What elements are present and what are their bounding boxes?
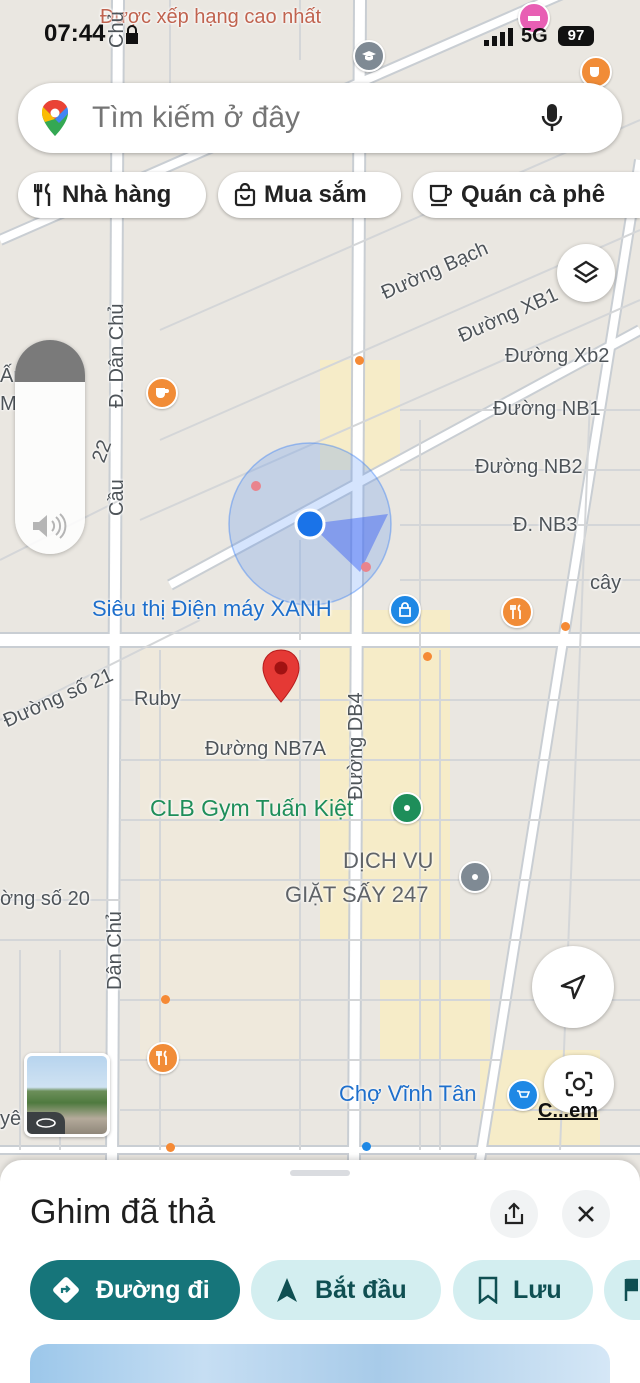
- signal-icon: [484, 28, 513, 46]
- map-dot: [362, 1142, 371, 1151]
- road-label-cay: cây: [590, 572, 622, 594]
- bookmark-icon: [478, 1276, 498, 1304]
- navigation-arrow-icon: [277, 1278, 297, 1302]
- road-label-nb2: Đường NB2: [475, 456, 583, 478]
- camera-lens-icon: [565, 1071, 593, 1097]
- chip-restaurants-label: Nhà hàng: [62, 181, 172, 208]
- directions-button[interactable]: Đường đi: [30, 1260, 240, 1320]
- poi-label-gym[interactable]: CLB Gym Tuấn Kiệt: [150, 795, 353, 822]
- chip-restaurants[interactable]: Nhà hàng: [18, 172, 206, 218]
- map-dot: [423, 652, 432, 661]
- search-input[interactable]: [90, 100, 534, 136]
- status-time: 07:44: [44, 20, 106, 47]
- road-label-nb1: Đường NB1: [493, 398, 601, 420]
- start-button[interactable]: Bắt đầu: [251, 1260, 441, 1320]
- laundry-poi-icon[interactable]: [459, 861, 491, 893]
- map-dot: [161, 995, 170, 1004]
- my-location-button[interactable]: [532, 946, 614, 1028]
- share-icon: [504, 1202, 524, 1225]
- map-dot: [561, 622, 570, 631]
- street-view-rotate-icon: [36, 1118, 56, 1128]
- street-view-badge: [27, 1112, 65, 1134]
- chip-cafes[interactable]: Quán cà phê: [413, 172, 640, 218]
- market-poi-icon[interactable]: [507, 1079, 539, 1111]
- road-label-nb3: Đ. NB3: [513, 514, 578, 536]
- chip-shopping-label: Mua sắm: [264, 181, 367, 208]
- lens-label[interactable]: C...em: [538, 1100, 598, 1123]
- fork-knife-icon: [34, 183, 51, 206]
- map-dot: [166, 1143, 175, 1152]
- poi-label-dien-may-xanh[interactable]: Siêu thị Điện máy XANH: [92, 596, 332, 622]
- road-label-ye: yê: [0, 1108, 22, 1130]
- map-dot: [355, 356, 364, 365]
- battery-indicator: 97: [558, 26, 594, 46]
- shopping-bag-icon: [234, 183, 256, 207]
- road-label-xb2: Đường Xb2: [505, 345, 610, 367]
- microphone-icon[interactable]: [540, 102, 564, 134]
- layers-button[interactable]: [557, 244, 615, 302]
- restaurant-poi-icon[interactable]: [501, 596, 533, 628]
- share-button[interactable]: [490, 1190, 538, 1238]
- volume-slider[interactable]: [15, 340, 85, 554]
- navigation-arrow-icon: [560, 974, 586, 1000]
- maps-logo-icon: [42, 100, 68, 136]
- sheet-drag-handle[interactable]: [290, 1170, 350, 1176]
- road-label-nb7a: Đường NB7A: [205, 738, 326, 760]
- sheet-title: Ghim đã thả: [30, 1193, 216, 1231]
- road-label-db4: Đường DB4: [345, 692, 367, 800]
- chip-shopping[interactable]: Mua sắm: [218, 172, 401, 218]
- dropped-pin-icon[interactable]: [260, 648, 302, 706]
- cafe-poi-icon[interactable]: [146, 377, 178, 409]
- volume-level-fill: [15, 340, 85, 382]
- road-label-cau: Cầu: [106, 479, 128, 516]
- search-bar[interactable]: [18, 83, 622, 153]
- road-label-ruby: Ruby: [134, 688, 181, 710]
- poi-label-cho-vinh-tan[interactable]: Chợ Vĩnh Tân: [339, 1081, 477, 1107]
- poi-label-giat-say-line2[interactable]: GIẶT SẤY 247: [285, 882, 429, 908]
- layers-icon: [572, 260, 600, 284]
- save-label: Lưu: [513, 1275, 562, 1304]
- coffee-cup-icon: [429, 184, 453, 207]
- poi-label-giat-say-line1[interactable]: DỊCH VỤ: [343, 848, 433, 874]
- directions-label: Đường đi: [96, 1275, 210, 1304]
- school-poi-icon[interactable]: [353, 40, 385, 72]
- place-photo[interactable]: [30, 1344, 610, 1383]
- close-button[interactable]: [562, 1190, 610, 1238]
- chip-cafes-label: Quán cà phê: [461, 181, 606, 208]
- road-label-so20: ờng số 20: [0, 888, 90, 910]
- speaker-icon: [33, 513, 67, 539]
- directions-icon: [53, 1277, 79, 1303]
- street-view-thumbnail[interactable]: [24, 1053, 110, 1137]
- network-type: 5G: [521, 25, 548, 47]
- road-label-dan-chu-1: Đ. Dân Chủ: [106, 303, 128, 409]
- flag-icon: [624, 1278, 638, 1301]
- save-button[interactable]: Lưu: [453, 1260, 593, 1320]
- start-label: Bắt đầu: [315, 1275, 407, 1304]
- lock-icon: [126, 25, 138, 44]
- road-label-dan-chu-2: Dân Chủ: [104, 911, 126, 990]
- gym-poi-icon[interactable]: [391, 792, 423, 824]
- restaurant-poi-icon[interactable]: [147, 1042, 179, 1074]
- store-poi-icon[interactable]: [389, 594, 421, 626]
- close-icon: [578, 1206, 594, 1222]
